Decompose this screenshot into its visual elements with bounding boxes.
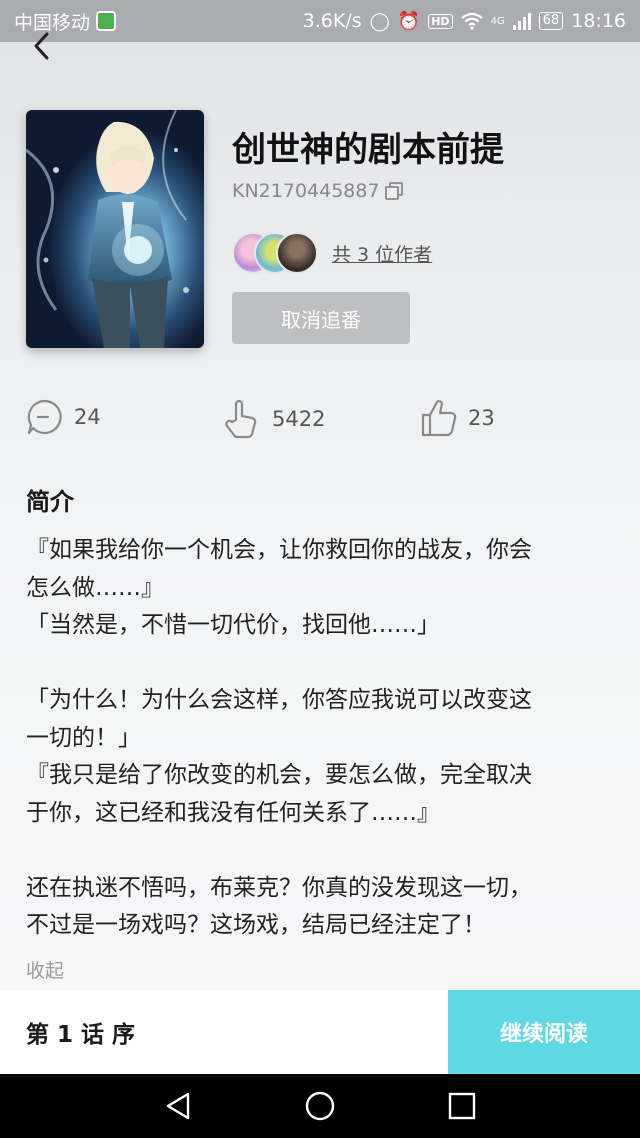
intro-line xyxy=(26,832,618,870)
bottom-action-bar: 第 1 话 序 继续阅读 xyxy=(0,990,640,1074)
nav-back-button[interactable] xyxy=(162,1090,194,1122)
intro-line: 不过是一场戏吗？这场戏，结局已经注定了！ xyxy=(26,912,486,938)
hand-tap-icon xyxy=(225,399,257,439)
alarm-icon: ⏰ xyxy=(397,10,421,32)
status-bar: 中国移动 3.6K/s ◯ ⏰ HD 4G 68 18:16 xyxy=(0,0,640,42)
hd-badge: HD xyxy=(428,13,453,29)
like-count: 5422 xyxy=(272,407,326,431)
current-chapter-button[interactable]: 第 1 话 序 xyxy=(0,990,448,1074)
clock: 18:16 xyxy=(571,10,626,32)
comment-count: 24 xyxy=(74,405,101,429)
nav-home-button[interactable] xyxy=(304,1090,336,1122)
intro-heading: 简介 xyxy=(26,488,74,516)
navigation-bar xyxy=(0,1074,640,1138)
thumb-stat[interactable]: 23 xyxy=(420,398,495,438)
wifi-icon xyxy=(460,12,483,30)
authors-row[interactable]: 共 3 位作者 xyxy=(232,232,432,274)
collapse-link[interactable]: 收起 xyxy=(26,956,64,983)
intro-line: 于你，这已经和我没有任何关系了……』 xyxy=(26,799,440,826)
like-stat[interactable]: 5422 xyxy=(224,398,325,440)
intro-line: 还在执迷不悟吗，布莱克？你真的没发现这一切， xyxy=(26,874,532,901)
network-type-label: 4G xyxy=(490,16,505,27)
intro-text: 『如果我给你一个机会，让你救回你的战友，你会 怎么做……』 「当然是，不惜一切代… xyxy=(26,532,618,945)
thumbs-up-icon xyxy=(421,400,457,437)
intro-line: 一切的！」 xyxy=(26,724,141,751)
cover-illustration xyxy=(26,110,204,348)
copy-icon[interactable] xyxy=(384,181,404,201)
chevron-left-icon xyxy=(34,32,49,60)
intro-line xyxy=(26,645,618,683)
intro-line: 『我只是给了你改变的机会，要怎么做，完全取决 xyxy=(26,762,532,788)
thumb-count: 23 xyxy=(468,406,495,430)
nav-recent-button[interactable] xyxy=(446,1090,478,1122)
comment-stat[interactable]: 24 xyxy=(26,398,101,436)
app-notification-icon xyxy=(96,11,117,31)
book-code: KN2170445887 xyxy=(232,180,380,202)
back-button[interactable] xyxy=(24,28,60,64)
intro-line: 「为什么！为什么会这样，你答应我说可以改变这 xyxy=(26,687,532,713)
battery-icon: 68 xyxy=(538,12,564,30)
square-recent-icon xyxy=(448,1092,476,1120)
triangle-back-icon xyxy=(166,1092,190,1120)
intro-line: 『如果我给你一个机会，让你救回你的战友，你会 xyxy=(26,537,532,563)
network-speed: 3.6K/s xyxy=(302,10,362,32)
authors-link[interactable]: 共 3 位作者 xyxy=(332,240,432,267)
intro-line: 怎么做……』 xyxy=(26,574,164,601)
book-cover[interactable] xyxy=(26,110,204,348)
unfollow-button[interactable]: 取消追番 xyxy=(232,292,410,344)
avatar xyxy=(276,232,318,274)
author-avatars[interactable] xyxy=(232,232,320,274)
signal-icon xyxy=(512,12,531,30)
vibrate-icon: ◯ xyxy=(369,10,390,32)
book-code-row[interactable]: KN2170445887 xyxy=(232,180,404,202)
continue-reading-button[interactable]: 继续阅读 xyxy=(448,990,640,1074)
comment-icon xyxy=(27,399,62,435)
intro-line: 「当然是，不惜一切代价，找回他……」 xyxy=(26,612,440,638)
book-title: 创世神的剧本前提 xyxy=(232,130,504,170)
circle-home-icon xyxy=(305,1091,335,1121)
